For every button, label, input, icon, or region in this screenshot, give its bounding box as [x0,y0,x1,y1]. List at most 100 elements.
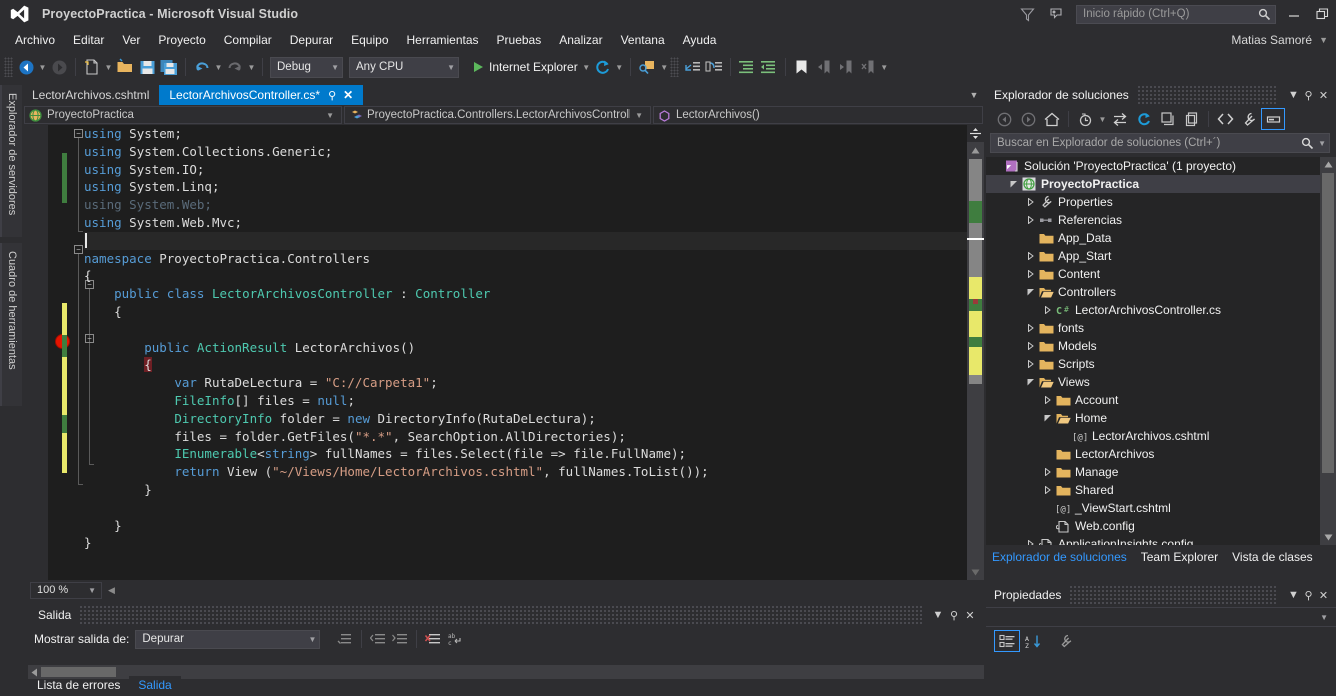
user-account-area[interactable]: Matias Samoré ▼ [1231,28,1328,52]
panel-drag-area[interactable] [1069,585,1278,605]
tree-item-app-start[interactable]: App_Start [986,247,1320,265]
navigate-back-icon[interactable] [15,56,37,78]
chevron-down-icon[interactable]: ▼ [966,85,982,105]
chevron-down-icon[interactable]: ▼ [630,111,648,120]
save-icon[interactable] [136,56,158,78]
chevron-collapsed-icon[interactable] [1024,342,1037,350]
chevron-collapsed-icon[interactable] [1024,540,1037,545]
chevron-down-icon[interactable]: ▼ [321,111,339,120]
pin-icon[interactable]: ⚲ [1301,589,1316,602]
solution-explorer-tree[interactable]: ◤ Solución 'ProyectoPractica' (1 proyecto… [986,157,1320,545]
navbar-project-combo[interactable]: ProyectoPractica ▼ [24,106,342,124]
save-all-icon[interactable] [158,56,180,78]
sync-with-active-document-icon[interactable] [1108,108,1132,130]
tree-item-manage[interactable]: Manage [986,463,1320,481]
toggle-word-wrap-icon[interactable]: ab c [444,628,466,650]
editor-vertical-scrollbar[interactable] [967,125,984,580]
step-into-icon[interactable] [681,56,703,78]
pin-icon[interactable]: ⚲ [328,89,336,102]
tree-item-soluci-n-proyectopractica-1-proyecto[interactable]: ◤ Solución 'ProyectoPractica' (1 proyecto… [986,157,1320,175]
open-file-icon[interactable] [114,56,136,78]
code-editor[interactable]: − − − − using System; using System.Collec… [22,125,984,580]
find-in-files-icon[interactable] [636,56,659,78]
pending-changes-icon[interactable] [1073,108,1097,130]
tree-item-viewstart-cshtml[interactable]: [@] _ViewStart.cshtml [986,499,1320,517]
menu-ayuda[interactable]: Ayuda [674,30,726,50]
split-view-icon[interactable] [967,125,984,142]
tree-item-applicationinsights-config[interactable]: ApplicationInsights.config [986,535,1320,545]
toolbar-grip[interactable] [4,57,13,77]
sidebar-tab-toolbox[interactable]: Cuadro de herramientas [0,243,22,406]
solution-explorer-search-input[interactable] [997,137,1302,149]
undo-dropdown-icon[interactable]: ▼ [213,63,224,72]
property-pages-icon[interactable] [1052,630,1078,652]
chevron-expanded-icon[interactable] [1024,288,1037,296]
sidebar-tab-server-explorer[interactable]: Explorador de servidores [0,85,22,237]
menu-depurar[interactable]: Depurar [281,30,342,50]
scroll-down-arrow-icon[interactable] [1320,530,1336,545]
next-bookmark-icon[interactable] [835,56,857,78]
menu-proyecto[interactable]: Proyecto [149,30,214,50]
home-icon[interactable] [1040,108,1064,130]
menu-compilar[interactable]: Compilar [215,30,281,50]
navbar-member-combo[interactable]: LectorArchivos() [653,106,983,124]
tree-item-web-config[interactable]: Web.config [986,517,1320,535]
menu-equipo[interactable]: Equipo [342,30,397,50]
menu-ver[interactable]: Ver [113,30,149,50]
minimize-button[interactable] [1280,1,1308,27]
show-all-files-icon[interactable] [1180,108,1204,130]
tab-explorador-de-soluciones[interactable]: Explorador de soluciones [992,548,1135,566]
chevron-collapsed-icon[interactable] [1024,198,1037,206]
chevron-collapsed-icon[interactable] [1024,252,1037,260]
tree-item-views[interactable]: Views [986,373,1320,391]
chevron-expanded-icon[interactable] [1024,378,1037,386]
search-icon[interactable] [1301,137,1314,150]
tree-item-models[interactable]: Models [986,337,1320,355]
redo-dropdown-icon[interactable]: ▼ [246,63,257,72]
clear-bookmark-icon[interactable] [857,56,879,78]
chevron-down-icon[interactable]: ▼ [1286,589,1301,601]
search-icon[interactable] [1258,8,1271,21]
menu-ventana[interactable]: Ventana [612,30,674,50]
increase-indent-icon[interactable] [736,56,758,78]
undo-icon[interactable] [191,56,213,78]
tree-item-app-data[interactable]: App_Data [986,229,1320,247]
menu-editar[interactable]: Editar [64,30,113,50]
scrollbar-thumb[interactable] [1322,173,1334,473]
chevron-down-icon[interactable]: ▼ [1314,139,1326,148]
tree-item-referencias[interactable]: Referencias [986,211,1320,229]
chevron-collapsed-icon[interactable] [1024,324,1037,332]
scroll-up-arrow-icon[interactable] [967,143,984,158]
quick-launch-input[interactable] [1083,8,1258,20]
pin-icon[interactable]: ⚲ [1301,89,1316,102]
solution-explorer-search-box[interactable]: ▼ [990,133,1330,153]
close-icon[interactable]: ✕ [962,609,978,622]
go-to-previous-icon[interactable] [367,628,389,650]
collapse-all-icon[interactable] [1156,108,1180,130]
fold-toggle-usings[interactable]: − [74,129,83,138]
tree-item-home[interactable]: Home [986,409,1320,427]
scroll-left-arrow-icon[interactable]: ◀ [108,585,115,596]
tree-item-fonts[interactable]: fonts [986,319,1320,337]
chevron-down-icon[interactable]: ▼ [1286,89,1301,101]
tree-item-content[interactable]: Content [986,265,1320,283]
notification-icon[interactable] [1042,2,1072,26]
chevron-collapsed-icon[interactable] [1041,468,1054,476]
properties-object-combo[interactable]: ▼ [986,607,1336,627]
tree-item-lectorarchivos[interactable]: LectorArchivos [986,445,1320,463]
restore-button[interactable] [1308,1,1336,27]
chevron-down-icon[interactable]: ▼ [447,63,455,72]
chevron-collapsed-icon[interactable] [1024,216,1037,224]
panel-drag-area[interactable] [1136,85,1278,105]
chevron-collapsed-icon[interactable] [1041,306,1054,314]
view-code-icon[interactable] [1213,108,1237,130]
refresh-dropdown-icon[interactable]: ▼ [614,63,625,72]
start-debugging-dropdown-icon[interactable]: ▼ [581,63,592,72]
chevron-expanded-icon[interactable] [1041,414,1054,422]
solution-explorer-scrollbar[interactable] [1320,157,1336,545]
tree-item-scripts[interactable]: Scripts [986,355,1320,373]
tree-item-shared[interactable]: Shared [986,481,1320,499]
find-message-icon[interactable] [334,628,356,650]
start-debugging-button[interactable]: Internet Explorer [471,56,581,78]
new-item-dropdown-icon[interactable]: ▼ [103,63,114,72]
